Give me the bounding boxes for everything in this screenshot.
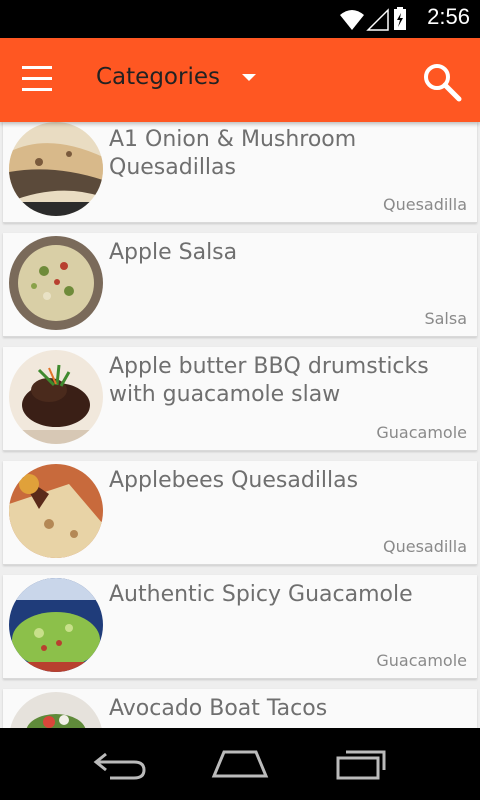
clock: 2:56: [427, 4, 470, 29]
back-button[interactable]: [90, 746, 150, 782]
recipe-thumbnail: [9, 464, 103, 558]
quesadilla-image: [9, 464, 103, 558]
recipe-title: Avocado Boat Tacos: [109, 696, 328, 721]
recipe-thumbnail: [9, 350, 103, 444]
wifi-signal-battery-icon: [340, 7, 406, 31]
category-dropdown-label: Categories: [96, 64, 220, 90]
recipe-card[interactable]: Applebees Quesadillas Quesadilla: [3, 461, 477, 565]
recipe-list: A1 Onion & Mushroom Quesadillas Quesadil…: [0, 122, 480, 728]
recipe-card[interactable]: A1 Onion & Mushroom Quesadillas Quesadil…: [3, 122, 477, 223]
recipe-thumbnail: [9, 236, 103, 330]
category-dropdown[interactable]: Categories: [96, 64, 256, 90]
salsa-image: [9, 236, 103, 330]
recipe-thumbnail: [9, 122, 103, 216]
navigation-bar: [0, 728, 480, 800]
recipe-category: Salsa: [424, 309, 467, 328]
home-icon: [211, 750, 269, 778]
tacos-image: [9, 692, 103, 728]
back-icon: [93, 752, 146, 780]
drumsticks-image: [9, 350, 103, 444]
recipe-thumbnail: [9, 692, 103, 728]
recipe-thumbnail: [9, 578, 103, 672]
recent-apps-button[interactable]: [332, 746, 392, 782]
recipe-card[interactable]: Apple butter BBQ drumsticks with guacamo…: [3, 347, 477, 451]
recent-apps-icon: [336, 750, 386, 780]
recipe-card[interactable]: Avocado Boat Tacos: [3, 689, 477, 728]
guacamole-image: [9, 578, 103, 672]
menu-icon: [22, 66, 52, 69]
search-icon: [424, 64, 462, 102]
recipe-title: Applebees Quesadillas: [109, 468, 359, 493]
recipe-title: Authentic Spicy Guacamole: [109, 582, 413, 607]
app-bar: Categories: [0, 38, 480, 122]
recipe-category: Quesadilla: [382, 195, 467, 214]
home-button[interactable]: [210, 746, 270, 782]
recipe-category: Quesadilla: [382, 537, 467, 556]
recipe-card[interactable]: Authentic Spicy Guacamole Guacamole: [3, 575, 477, 679]
search-button[interactable]: [422, 62, 462, 102]
status-icons: [338, 6, 408, 36]
recipe-card[interactable]: Apple Salsa Salsa: [3, 233, 477, 337]
menu-icon-line: [22, 88, 52, 91]
recipe-title: Apple butter BBQ drumsticks with guacamo…: [109, 354, 429, 407]
quesadilla-image: [9, 122, 103, 216]
recipe-category: Guacamole: [376, 651, 467, 670]
status-bar: 2:56: [0, 0, 480, 38]
menu-icon-line: [22, 77, 52, 80]
recipe-title: A1 Onion & Mushroom Quesadillas: [109, 127, 357, 180]
recipe-title: Apple Salsa: [109, 240, 238, 265]
menu-button[interactable]: [22, 66, 62, 94]
recipe-category: Guacamole: [376, 423, 467, 442]
chevron-down-icon: [241, 73, 256, 81]
